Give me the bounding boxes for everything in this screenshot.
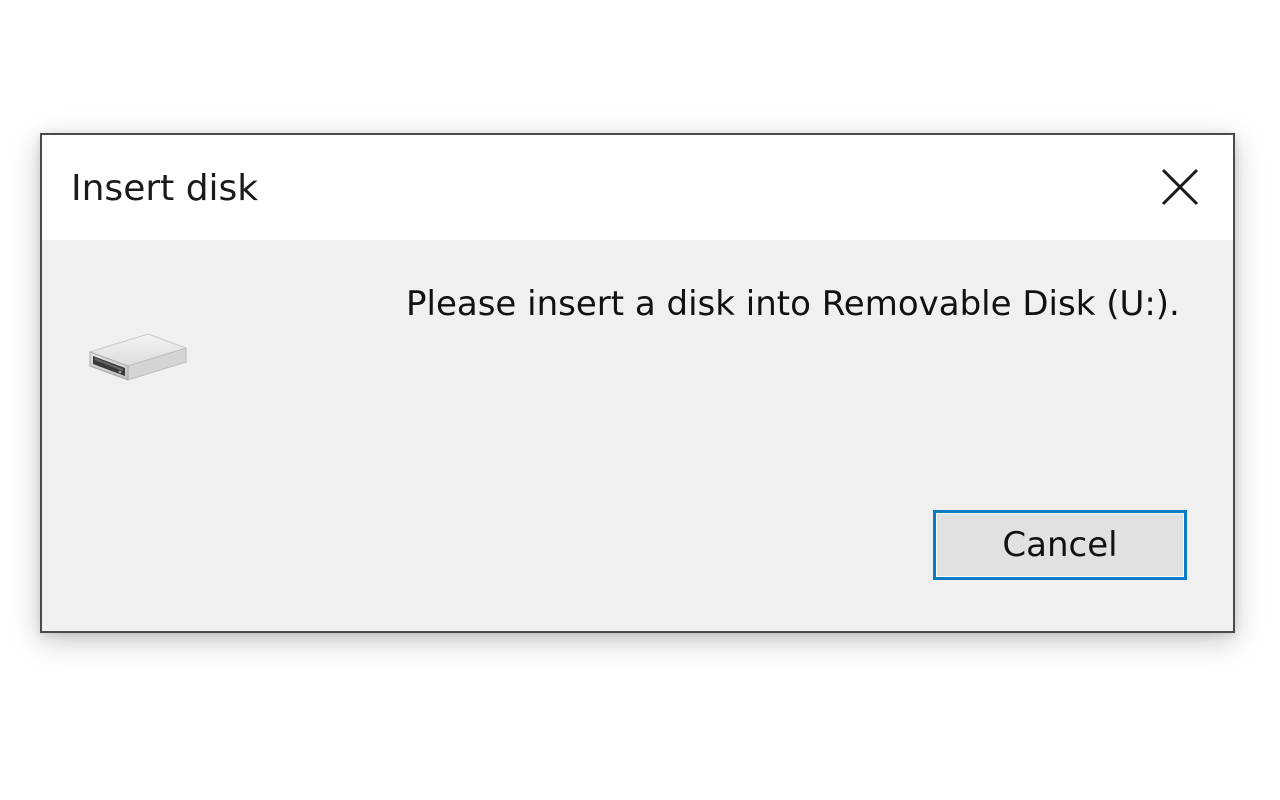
dialog-content: Please insert a disk into Removable Disk… <box>42 240 1233 631</box>
close-button[interactable] <box>1139 149 1221 225</box>
dialog-message: Please insert a disk into Removable Disk… <box>406 284 1180 324</box>
close-icon <box>1161 168 1199 206</box>
insert-disk-dialog: Insert disk Please insert a disk into Re… <box>40 133 1235 633</box>
dialog-title: Insert disk <box>71 168 259 209</box>
removable-drive-icon <box>88 333 188 381</box>
cancel-button[interactable]: Cancel <box>933 510 1187 580</box>
title-bar: Insert disk <box>42 135 1233 240</box>
